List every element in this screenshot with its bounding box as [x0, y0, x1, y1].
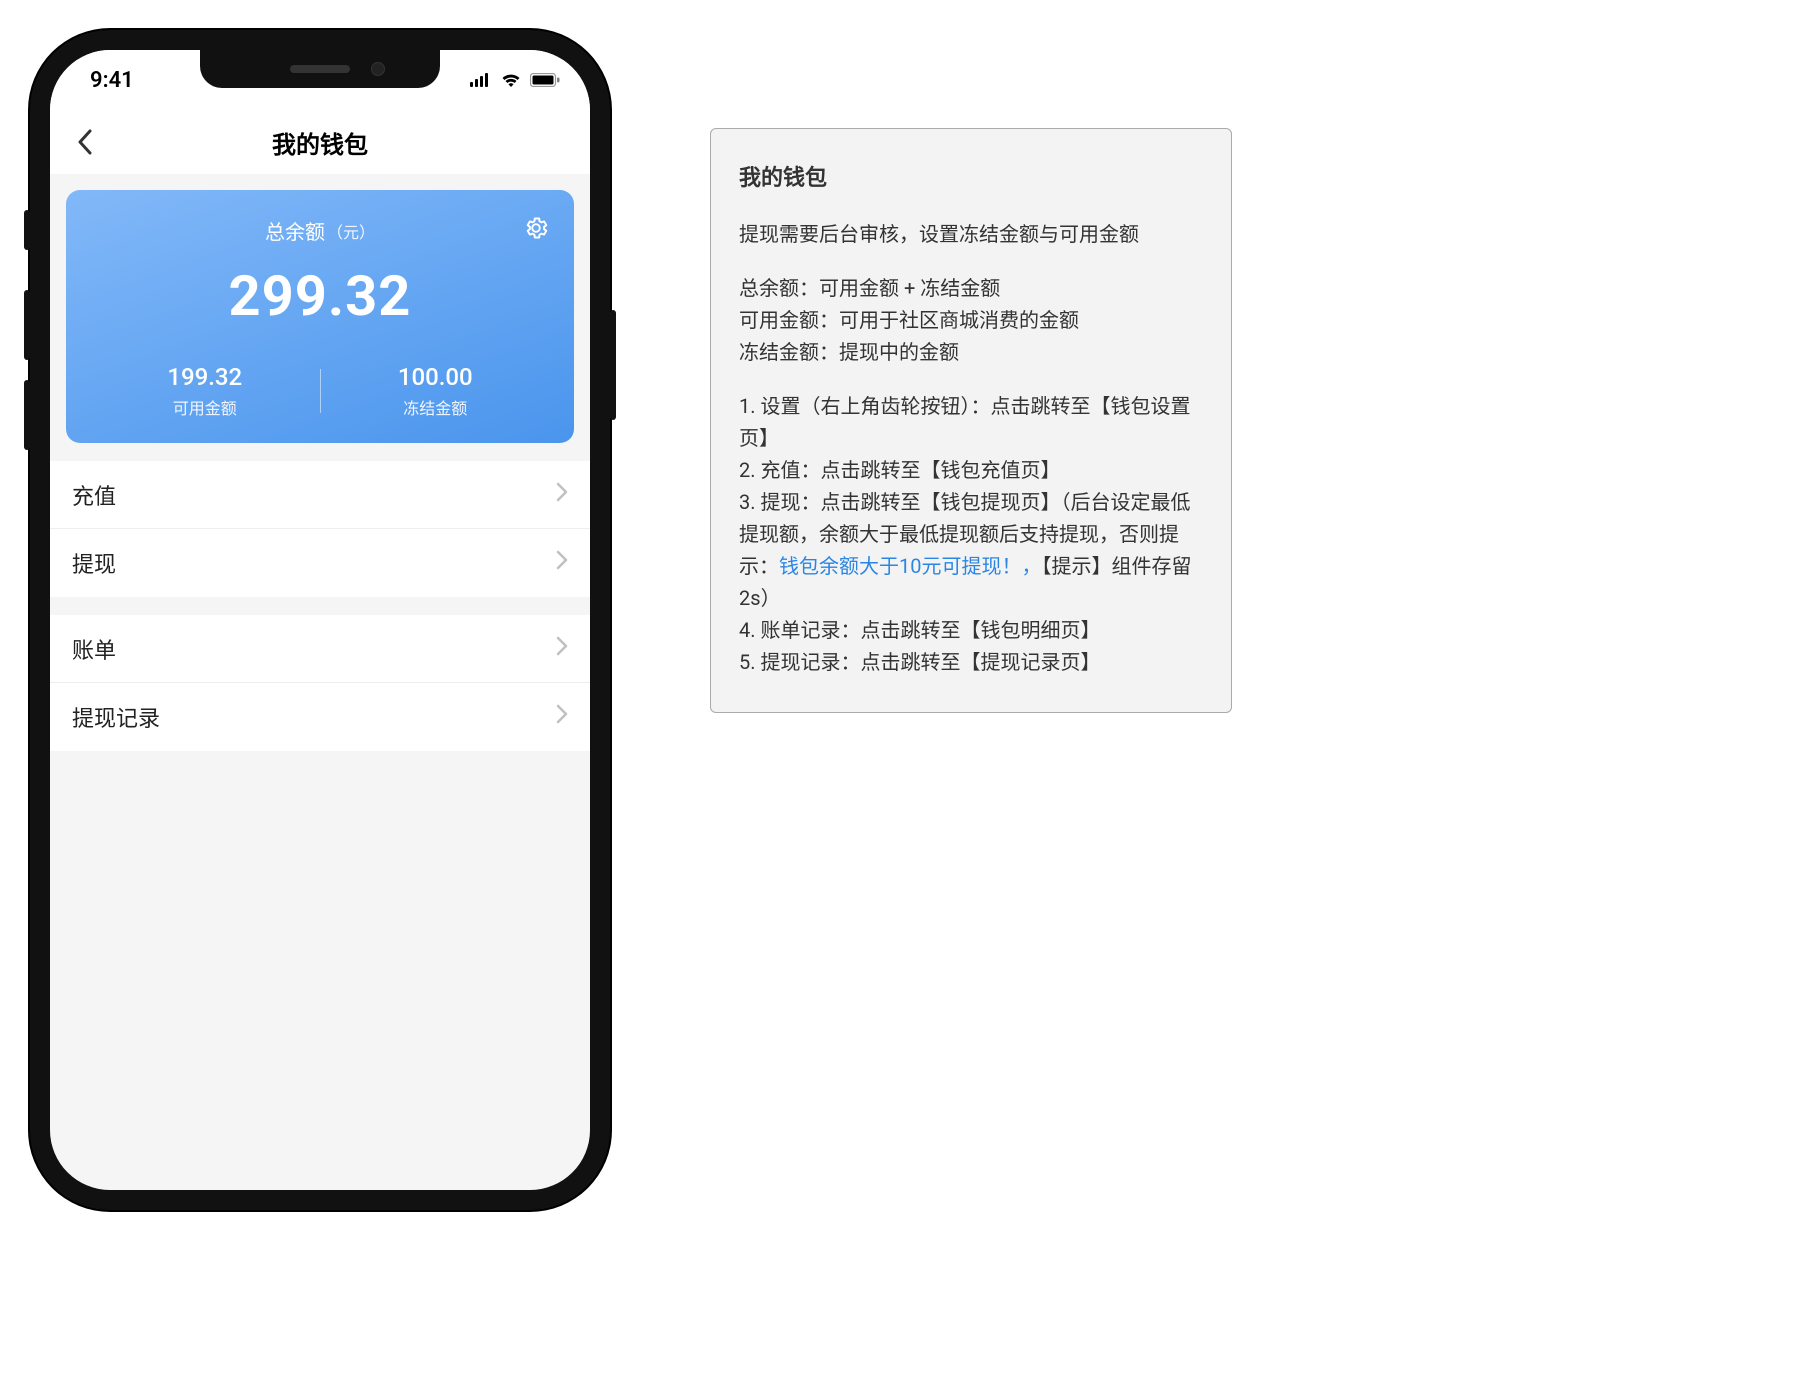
annotation-defs: 总余额：可用金额 + 冻结金额 可用金额：可用于社区商城消费的金额 冻结金额：提… — [739, 272, 1203, 368]
balance-amount: 299.32 — [90, 263, 550, 329]
wifi-icon — [500, 72, 522, 88]
def-line: 可用金额：可用于社区商城消费的金额 — [739, 304, 1203, 336]
row-label: 提现记录 — [72, 701, 160, 733]
phone-side-button — [24, 380, 30, 450]
available-value: 199.32 — [90, 363, 320, 391]
notch-speaker — [290, 65, 350, 73]
def-line: 总余额：可用金额 + 冻结金额 — [739, 272, 1203, 304]
balance-title: 总余额 — [265, 216, 325, 245]
chevron-left-icon — [77, 129, 93, 155]
tip-link: 钱包余额大于10元可提现！， — [779, 554, 1041, 578]
available-balance: 199.32 可用金额 — [90, 363, 320, 419]
annotation-heading: 我的钱包 — [739, 161, 1203, 196]
row-withdraw-record[interactable]: 提现记录 — [50, 683, 590, 751]
chevron-right-icon — [556, 704, 568, 730]
chevron-right-icon — [556, 550, 568, 576]
row-label: 提现 — [72, 547, 116, 579]
phone-side-button — [610, 310, 616, 420]
battery-icon — [530, 73, 560, 87]
list-group-actions: 充值 提现 — [50, 461, 590, 597]
settings-button[interactable] — [522, 214, 550, 242]
gear-icon — [523, 215, 549, 241]
back-button[interactable] — [70, 127, 100, 157]
row-bill[interactable]: 账单 — [50, 615, 590, 683]
balance-card: 总余额 （元） 299.32 199.32 可用金额 100.00 — [66, 190, 574, 443]
page-title: 我的钱包 — [50, 125, 590, 160]
signal-icon — [470, 73, 492, 87]
chevron-right-icon — [556, 482, 568, 508]
status-right — [470, 72, 560, 88]
row-label: 账单 — [72, 633, 116, 665]
phone-side-button — [24, 290, 30, 360]
annotation-item: 3. 提现：点击跳转至【钱包提现页】（后台设定最低提现额，余额大于最低提现额后支… — [739, 486, 1203, 614]
list-group-records: 账单 提现记录 — [50, 615, 590, 751]
chevron-right-icon — [556, 636, 568, 662]
annotation-item: 5. 提现记录：点击跳转至【提现记录页】 — [739, 646, 1203, 678]
annotation-panel: 我的钱包 提现需要后台审核，设置冻结金额与可用金额 总余额：可用金额 + 冻结金… — [710, 128, 1232, 713]
annotation-list: 1. 设置（右上角齿轮按钮）：点击跳转至【钱包设置页】 2. 充值：点击跳转至【… — [739, 390, 1203, 678]
annotation-item: 2. 充值：点击跳转至【钱包充值页】 — [739, 454, 1203, 486]
annotation-intro: 提现需要后台审核，设置冻结金额与可用金额 — [739, 218, 1203, 250]
nav-bar: 我的钱包 — [50, 110, 590, 174]
row-label: 充值 — [72, 479, 116, 511]
phone-screen: 9:41 我的钱包 总余额 （ — [50, 50, 590, 1190]
row-withdraw[interactable]: 提现 — [50, 529, 590, 597]
annotation-item: 1. 设置（右上角齿轮按钮）：点击跳转至【钱包设置页】 — [739, 390, 1203, 454]
phone-side-button — [24, 210, 30, 250]
balance-unit: （元） — [327, 219, 375, 243]
frozen-label: 冻结金额 — [321, 395, 551, 419]
annotation-item: 4. 账单记录：点击跳转至【钱包明细页】 — [739, 614, 1203, 646]
row-recharge[interactable]: 充值 — [50, 461, 590, 529]
frozen-value: 100.00 — [321, 363, 551, 391]
available-label: 可用金额 — [90, 395, 320, 419]
def-line: 冻结金额：提现中的金额 — [739, 336, 1203, 368]
phone-notch — [200, 50, 440, 88]
status-time: 9:41 — [90, 68, 134, 93]
phone-frame: 9:41 我的钱包 总余额 （ — [30, 30, 610, 1210]
frozen-balance: 100.00 冻结金额 — [321, 363, 551, 419]
notch-camera — [371, 62, 385, 76]
